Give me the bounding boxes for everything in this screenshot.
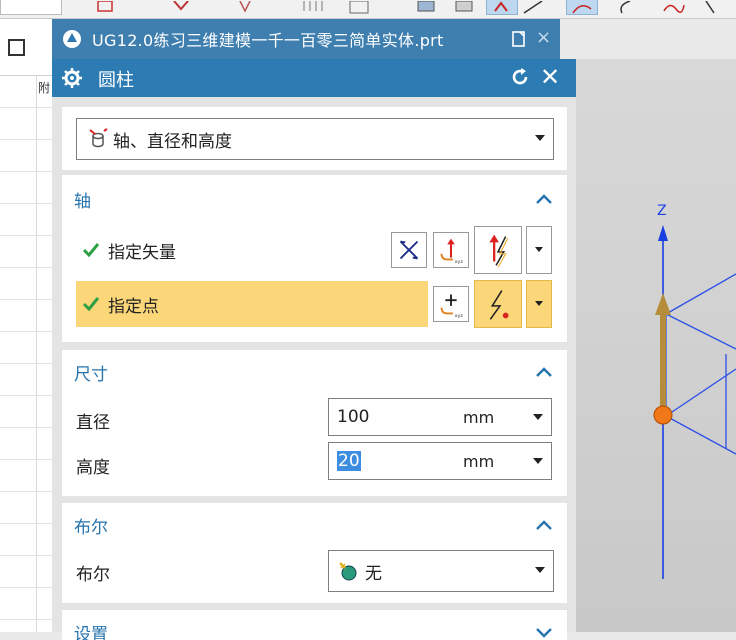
type-dropdown-value: 轴、直径和高度: [113, 131, 232, 152]
dialog-title: 圆柱: [98, 70, 134, 91]
chevron-down-icon[interactable]: [535, 626, 553, 638]
toolbar-sketch-icon[interactable]: [232, 0, 258, 14]
size-section: 尺寸 直径 100 mm 高度 20 mm: [62, 350, 567, 496]
cylinder-type-icon: [89, 128, 108, 148]
gear-icon[interactable]: [62, 68, 82, 88]
boolean-dropdown[interactable]: 无: [328, 550, 554, 592]
clear-vector-icon: [399, 240, 419, 260]
toolbar-line-icon[interactable]: [520, 0, 546, 14]
boolean-label: 布尔: [76, 565, 110, 585]
toolbar-page-icon[interactable]: [346, 0, 372, 14]
diameter-field[interactable]: 100 mm: [328, 398, 552, 436]
vector-type-dropdown[interactable]: [526, 226, 552, 274]
axis-section: 轴 指定矢量 xyz 指定点 xyz: [62, 175, 567, 342]
check-icon: [82, 297, 100, 312]
point-dialog-button[interactable]: xyz: [433, 286, 469, 322]
dialog-body: 轴、直径和高度 轴 指定矢量 xyz 指定点 xyz 尺寸 直径 100 mm …: [52, 97, 576, 640]
boolean-value: 无: [365, 563, 382, 584]
restore-window-icon[interactable]: [8, 39, 25, 56]
inferred-vector-icon: [489, 234, 509, 268]
type-dropdown[interactable]: 轴、直径和高度: [76, 118, 554, 160]
toolbar-curve-icon[interactable]: [566, 0, 598, 15]
file-tab-title: UG12.0练习三维建模一千一百零三简单实体.prt: [92, 31, 444, 50]
chevron-down-icon: [535, 301, 543, 306]
navigator-grid: [0, 75, 52, 633]
settings-section: 设置: [62, 610, 567, 640]
diameter-value: 100: [337, 407, 370, 427]
toolbar-edit-icon[interactable]: [92, 0, 118, 14]
chevron-up-icon[interactable]: [535, 366, 553, 378]
toolbar-tool-icon[interactable]: [700, 0, 726, 14]
toolbar-field[interactable]: [0, 0, 62, 15]
toolbar-feature-icon[interactable]: [168, 0, 194, 14]
vector-constructor-icon: xyz: [440, 238, 464, 265]
chevron-down-icon: [535, 135, 545, 141]
vector-inferred-button[interactable]: [474, 226, 522, 274]
document-icon[interactable]: [512, 31, 526, 47]
chevron-down-icon: [535, 567, 545, 573]
wireframe-box: [665, 273, 736, 455]
reset-icon[interactable]: [510, 67, 530, 87]
height-unit: mm: [463, 452, 495, 471]
vector-cancel-button[interactable]: [391, 232, 427, 268]
settings-section-title: 设置: [74, 625, 108, 640]
type-section: 轴、直径和高度: [62, 107, 567, 170]
point-inferred-button[interactable]: [474, 280, 522, 328]
part-navigator-panel: 附: [0, 19, 53, 633]
boolean-none-icon: [339, 562, 357, 581]
size-section-title: 尺寸: [74, 365, 108, 385]
chevron-down-icon[interactable]: [533, 414, 543, 420]
specify-vector-label: 指定矢量: [108, 242, 176, 263]
toolbar-mesh-icon[interactable]: [300, 0, 326, 14]
toolbar-spline-icon[interactable]: [660, 0, 686, 14]
dialog-header: 圆柱 ✕: [52, 59, 576, 97]
diameter-label: 直径: [76, 413, 110, 433]
file-tab[interactable]: UG12.0练习三维建模一千一百零三简单实体.prt ×: [52, 19, 560, 59]
toolbar-solid-icon[interactable]: [452, 0, 478, 14]
chevron-down-icon: [535, 247, 543, 252]
axis-section-title: 轴: [74, 192, 91, 212]
height-value: 20: [337, 451, 361, 471]
viewport-canvas[interactable]: Z: [576, 59, 736, 632]
svg-text:xyz: xyz: [455, 260, 464, 265]
height-label: 高度: [76, 458, 110, 478]
inferred-point-icon: [489, 290, 509, 320]
z-axis-label: Z: [657, 203, 667, 219]
chevron-up-icon[interactable]: [535, 519, 553, 531]
top-toolbar: [0, 0, 736, 19]
column-separator: [36, 75, 37, 632]
specify-point-label: 指定点: [108, 296, 159, 317]
vector-dialog-button[interactable]: xyz: [433, 232, 469, 268]
svg-text:xyz: xyz: [455, 314, 464, 319]
boolean-section-title: 布尔: [74, 518, 108, 538]
dialog-close-button[interactable]: ✕: [540, 63, 560, 91]
file-tab-close-button[interactable]: ×: [536, 27, 551, 48]
specify-point-row[interactable]: 指定点: [76, 281, 428, 327]
check-icon: [82, 243, 100, 258]
height-field[interactable]: 20 mm: [328, 442, 552, 480]
toolbar-cube-icon[interactable]: [414, 0, 440, 14]
navigator-column-header: 附: [38, 81, 51, 95]
point-type-dropdown[interactable]: [526, 280, 552, 328]
boolean-section: 布尔 布尔 无: [62, 503, 567, 603]
chevron-down-icon[interactable]: [533, 458, 543, 464]
chevron-up-icon[interactable]: [535, 193, 553, 205]
diameter-unit: mm: [463, 408, 495, 427]
toolbar-arc-icon[interactable]: [612, 0, 638, 14]
direction-arrow: [655, 293, 671, 411]
nx-logo-icon: [63, 30, 81, 48]
graphics-viewport[interactable]: Z: [576, 59, 736, 632]
origin-point[interactable]: [653, 405, 673, 425]
point-constructor-icon: xyz: [440, 294, 464, 319]
toolbar-snap-icon[interactable]: [486, 0, 518, 15]
